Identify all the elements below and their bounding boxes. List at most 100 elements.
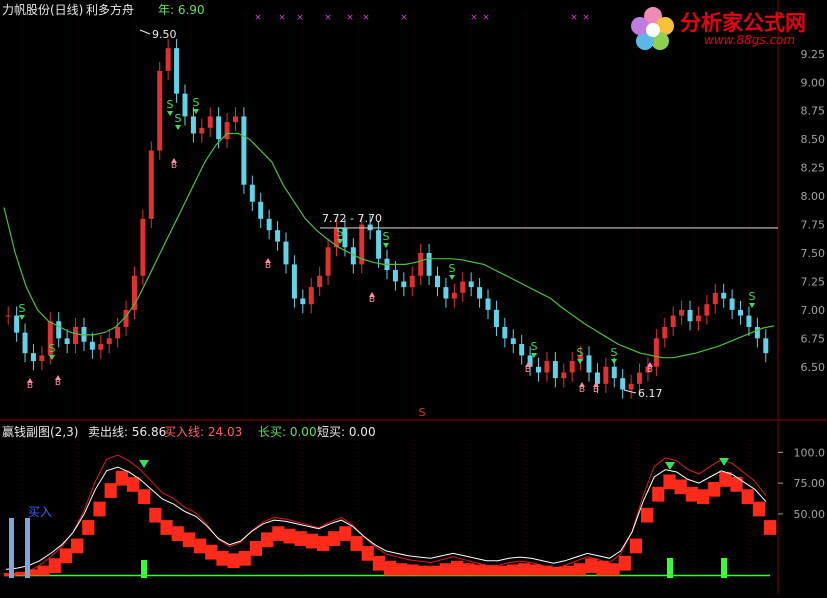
candle-body [224, 122, 230, 140]
red-band-segment [663, 474, 676, 490]
moving-average-line [3, 132, 775, 359]
sub-indicator-name: 赢钱副图(2,3) [2, 425, 79, 439]
red-band-segment [652, 486, 665, 502]
red-band-segment [484, 565, 497, 576]
red-band-segment [574, 563, 587, 576]
red-band-segment [585, 558, 598, 574]
red-band-segment [506, 564, 520, 576]
candle-body [738, 309, 744, 316]
candle-body [106, 338, 112, 345]
price-tick-label: 8.50 [801, 133, 826, 146]
long-buy-value: 长买: 0.00 [258, 425, 317, 439]
year-label: 年: 6.90 [158, 3, 205, 17]
b-marker-label: B [27, 381, 33, 391]
red-band-segment [674, 479, 687, 495]
high-label: 9.50 [152, 28, 177, 41]
candle-body [56, 321, 62, 339]
sell-arrow-icon [449, 275, 455, 280]
s-marker-label: S [577, 346, 584, 359]
red-band-segment [37, 565, 50, 576]
red-band-segment [629, 538, 643, 554]
s-marker-label: S [531, 340, 538, 353]
s-marker-label: S [49, 342, 56, 355]
sell-arrow-icon [193, 109, 199, 114]
top-marker: × [470, 13, 478, 23]
red-band-segment [551, 566, 564, 576]
candle-body [207, 116, 213, 128]
candle-body [283, 241, 289, 265]
candle-body [258, 201, 264, 219]
price-tick-label: 8.00 [801, 190, 826, 203]
candle-body [493, 309, 499, 327]
b-marker-label: B [525, 365, 531, 375]
green-signal-bar [667, 558, 673, 578]
s-marker-label: S [337, 226, 344, 239]
b-marker-label: B [647, 365, 653, 375]
sell-arrow-icon [167, 111, 173, 116]
candle-body [695, 315, 701, 322]
red-band-segment [194, 538, 207, 554]
candle-body [510, 338, 516, 345]
s-marker-label: S [175, 112, 182, 125]
red-band-segment [708, 481, 721, 497]
candle-body [241, 116, 247, 185]
red-band-segment [59, 548, 73, 564]
candle-body [426, 252, 432, 276]
candle-body [216, 116, 222, 140]
red-band-segment [696, 489, 710, 505]
red-band-segment [350, 536, 363, 551]
red-band-segment [596, 560, 609, 576]
top-marker: × [482, 13, 490, 23]
red-band-segment [294, 531, 307, 546]
b-marker-label: B [265, 261, 271, 271]
red-band-segment [182, 532, 195, 548]
blue-buy-bar [25, 518, 30, 578]
candle-body [308, 287, 314, 305]
chart-canvas: 6.50 6.75 7.00 7.25 7.50 7.75 8.00 8.25 8.50 8.75… [0, 0, 827, 594]
sell-arrow-icon [19, 315, 25, 320]
top-marker: × [346, 13, 354, 23]
red-band-segment [495, 565, 508, 576]
red-band-segment [562, 565, 575, 576]
red-band-segment [138, 489, 151, 505]
indicator-title: 利多方舟 [86, 3, 135, 17]
candle-body [317, 275, 323, 288]
candle-body [148, 150, 154, 219]
candle-body [182, 93, 188, 117]
price-tick-label: 8.25 [801, 162, 826, 175]
candle-body [291, 264, 297, 299]
price-tick-label: 9.00 [801, 76, 826, 89]
candle-body [115, 326, 121, 339]
red-band-segment [305, 533, 318, 549]
red-band-segment [451, 560, 464, 576]
b-marker-label: B [579, 385, 585, 395]
candle-body [561, 372, 567, 379]
candle-body [199, 127, 205, 134]
red-band-segment [339, 526, 352, 542]
b-marker-label: B [55, 378, 61, 388]
candle-body [679, 309, 685, 316]
red-band-segment [205, 544, 218, 560]
red-band-segment [316, 536, 330, 551]
candle-body [30, 353, 36, 362]
candle-body [485, 298, 491, 310]
price-tick-label: 7.75 [801, 219, 826, 232]
red-band-segment [249, 541, 263, 556]
candle-body [157, 70, 163, 151]
s-marker-label: S [383, 230, 390, 243]
sub-tick-label: 50.00 [794, 508, 826, 521]
red-band-segment [417, 565, 430, 576]
red-band-segment [428, 565, 441, 576]
candle-body [22, 332, 28, 354]
candle-body [670, 315, 676, 327]
candle-body [451, 292, 457, 299]
green-signal-bar [721, 558, 727, 578]
sub-tick-label: 100.0 [794, 446, 826, 459]
red-band-segment [272, 526, 285, 542]
candle-body [401, 281, 407, 288]
candle-body [586, 355, 592, 373]
price-tick-label: 7.50 [801, 247, 826, 260]
candle-body [392, 270, 398, 282]
range-label: 7.72 - 7.70 [322, 212, 382, 225]
candle-body [536, 366, 542, 373]
